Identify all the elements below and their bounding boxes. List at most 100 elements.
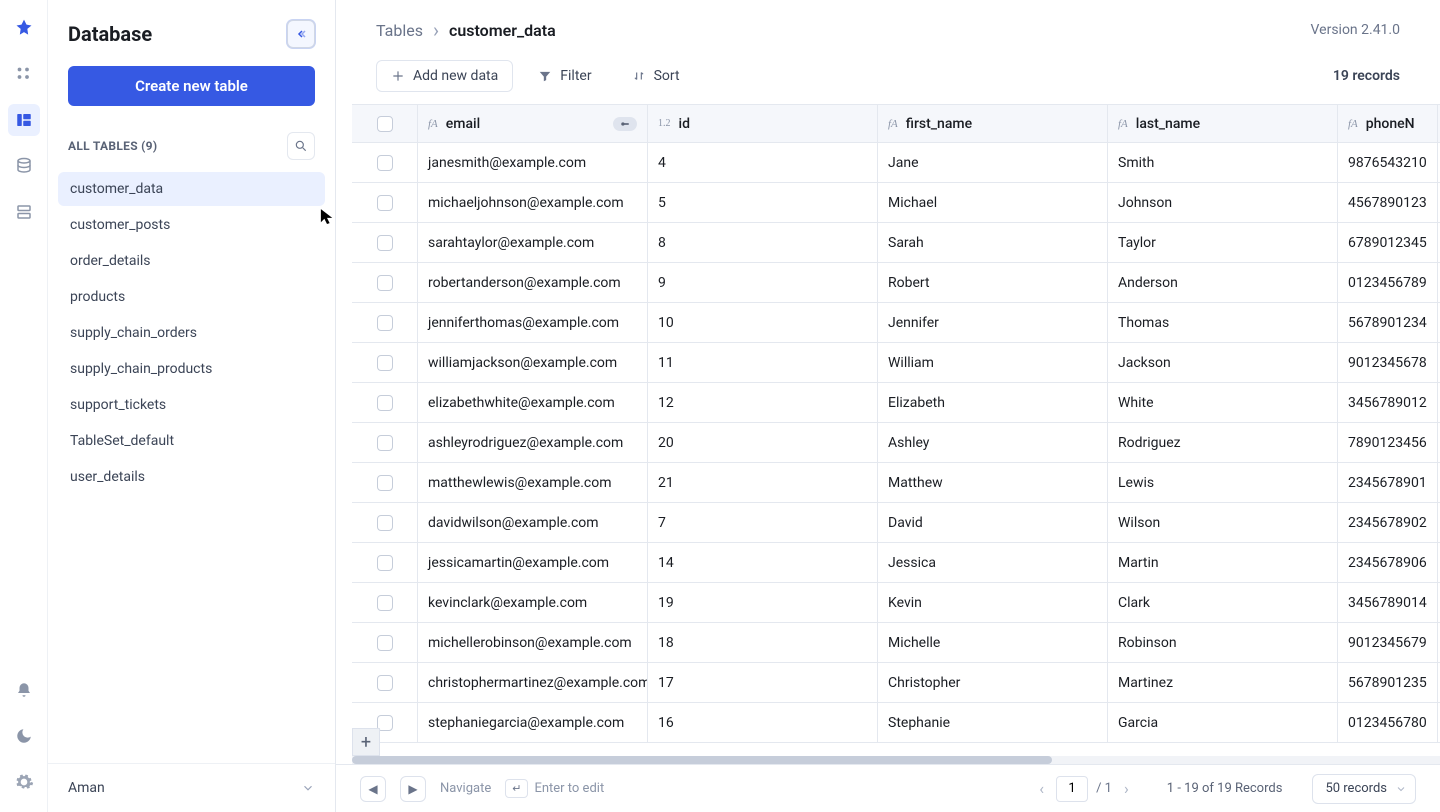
cell-phone[interactable]: 2345678906 [1338, 543, 1438, 582]
cell-phone[interactable]: 6789012345 [1338, 223, 1438, 262]
row-checkbox[interactable] [377, 275, 393, 291]
cell-lastname[interactable]: Taylor [1108, 223, 1338, 262]
page-prev-button[interactable]: ‹ [1035, 779, 1048, 798]
table-row[interactable]: michellerobinson@example.com18MichelleRo… [352, 623, 1440, 663]
sidebar-table-item[interactable]: user_details [58, 460, 325, 494]
cell-phone[interactable]: 9876543210 [1338, 143, 1438, 182]
cell-lastname[interactable]: Robinson [1108, 623, 1338, 662]
cell-id[interactable]: 9 [648, 263, 878, 302]
cell-firstname[interactable]: Michael [878, 183, 1108, 222]
table-row[interactable]: robertanderson@example.com9RobertAnderso… [352, 263, 1440, 303]
horizontal-scrollbar-track[interactable] [352, 756, 1440, 764]
add-data-button[interactable]: Add new data [376, 60, 513, 92]
cell-lastname[interactable]: Garcia [1108, 703, 1338, 742]
add-row-button[interactable]: + [352, 728, 380, 756]
cell-id[interactable]: 5 [648, 183, 878, 222]
row-select-cell[interactable] [352, 303, 418, 342]
cell-phone[interactable]: 9012345678 [1338, 343, 1438, 382]
column-header-email[interactable]: fA email [418, 105, 648, 142]
row-select-cell[interactable] [352, 343, 418, 382]
cell-id[interactable]: 19 [648, 583, 878, 622]
table-row[interactable]: christophermartinez@example.com17Christo… [352, 663, 1440, 703]
cell-lastname[interactable]: Martin [1108, 543, 1338, 582]
table-row[interactable]: michaeljohnson@example.com5MichaelJohnso… [352, 183, 1440, 223]
sort-button[interactable]: Sort [617, 60, 695, 92]
cell-id[interactable]: 4 [648, 143, 878, 182]
cell-id[interactable]: 16 [648, 703, 878, 742]
row-checkbox[interactable] [377, 395, 393, 411]
column-header-lastname[interactable]: fA last_name [1108, 105, 1338, 142]
column-header-firstname[interactable]: fA first_name [878, 105, 1108, 142]
cell-email[interactable]: michellerobinson@example.com [418, 623, 648, 662]
table-row[interactable]: matthewlewis@example.com21MatthewLewis23… [352, 463, 1440, 503]
table-row[interactable]: sarahtaylor@example.com8SarahTaylor67890… [352, 223, 1440, 263]
row-select-cell[interactable] [352, 503, 418, 542]
page-next-button[interactable]: › [1120, 779, 1133, 798]
cell-firstname[interactable]: Jennifer [878, 303, 1108, 342]
table-row[interactable]: kevinclark@example.com19KevinClark345678… [352, 583, 1440, 623]
row-checkbox[interactable] [377, 515, 393, 531]
theme-icon[interactable] [8, 720, 40, 752]
cell-email[interactable]: williamjackson@example.com [418, 343, 648, 382]
sidebar-table-item[interactable]: TableSet_default [58, 424, 325, 458]
table-row[interactable]: jessicamartin@example.com14JessicaMartin… [352, 543, 1440, 583]
cell-id[interactable]: 12 [648, 383, 878, 422]
row-checkbox[interactable] [377, 315, 393, 331]
row-checkbox[interactable] [377, 675, 393, 691]
user-name[interactable]: Aman [68, 780, 105, 796]
cell-email[interactable]: janesmith@example.com [418, 143, 648, 182]
row-select-cell[interactable] [352, 263, 418, 302]
sidebar-table-item[interactable]: supply_chain_products [58, 352, 325, 386]
column-header-id[interactable]: 1.2 id [648, 105, 878, 142]
cell-email[interactable]: jessicamartin@example.com [418, 543, 648, 582]
row-select-cell[interactable] [352, 663, 418, 702]
cell-phone[interactable]: 5678901234 [1338, 303, 1438, 342]
page-input[interactable] [1056, 776, 1088, 802]
cell-lastname[interactable]: Rodriguez [1108, 423, 1338, 462]
cell-phone[interactable]: 2345678902 [1338, 503, 1438, 542]
row-checkbox[interactable] [377, 435, 393, 451]
table-row[interactable]: williamjackson@example.com11WilliamJacks… [352, 343, 1440, 383]
cell-firstname[interactable]: Christopher [878, 663, 1108, 702]
table-row[interactable]: davidwilson@example.com7DavidWilson23456… [352, 503, 1440, 543]
cell-id[interactable]: 17 [648, 663, 878, 702]
cell-lastname[interactable]: Johnson [1108, 183, 1338, 222]
cell-firstname[interactable]: Kevin [878, 583, 1108, 622]
sidebar-table-item[interactable]: supply_chain_orders [58, 316, 325, 350]
cell-firstname[interactable]: Elizabeth [878, 383, 1108, 422]
nav-next-button[interactable]: ▶ [400, 776, 426, 802]
sidebar-table-item[interactable]: customer_data [58, 172, 325, 206]
cell-lastname[interactable]: Anderson [1108, 263, 1338, 302]
cell-lastname[interactable]: Smith [1108, 143, 1338, 182]
tables-icon[interactable] [8, 104, 40, 136]
row-select-cell[interactable] [352, 623, 418, 662]
cell-email[interactable]: robertanderson@example.com [418, 263, 648, 302]
create-table-button[interactable]: Create new table [68, 66, 315, 106]
row-select-cell[interactable] [352, 383, 418, 422]
row-select-cell[interactable] [352, 583, 418, 622]
cell-lastname[interactable]: Martinez [1108, 663, 1338, 702]
cell-phone[interactable]: 9012345679 [1338, 623, 1438, 662]
collapse-sidebar-button[interactable] [287, 20, 315, 48]
cell-firstname[interactable]: David [878, 503, 1108, 542]
table-row[interactable]: jenniferthomas@example.com10JenniferThom… [352, 303, 1440, 343]
cell-id[interactable]: 8 [648, 223, 878, 262]
cell-firstname[interactable]: Robert [878, 263, 1108, 302]
apps-icon[interactable] [8, 58, 40, 90]
sidebar-table-item[interactable]: customer_posts [58, 208, 325, 242]
cell-id[interactable]: 11 [648, 343, 878, 382]
cell-phone[interactable]: 3456789014 [1338, 583, 1438, 622]
database-icon[interactable] [8, 150, 40, 182]
row-checkbox[interactable] [377, 355, 393, 371]
cell-phone[interactable]: 4567890123 [1338, 183, 1438, 222]
cell-email[interactable]: kevinclark@example.com [418, 583, 648, 622]
cell-lastname[interactable]: White [1108, 383, 1338, 422]
column-header-phone[interactable]: fA phoneN [1338, 105, 1438, 142]
cell-firstname[interactable]: Ashley [878, 423, 1108, 462]
table-row[interactable]: janesmith@example.com4JaneSmith987654321… [352, 143, 1440, 183]
cell-id[interactable]: 18 [648, 623, 878, 662]
cell-phone[interactable]: 2345678901 [1338, 463, 1438, 502]
breadcrumb-root[interactable]: Tables [376, 21, 423, 40]
cell-id[interactable]: 14 [648, 543, 878, 582]
search-tables-button[interactable] [287, 132, 315, 160]
